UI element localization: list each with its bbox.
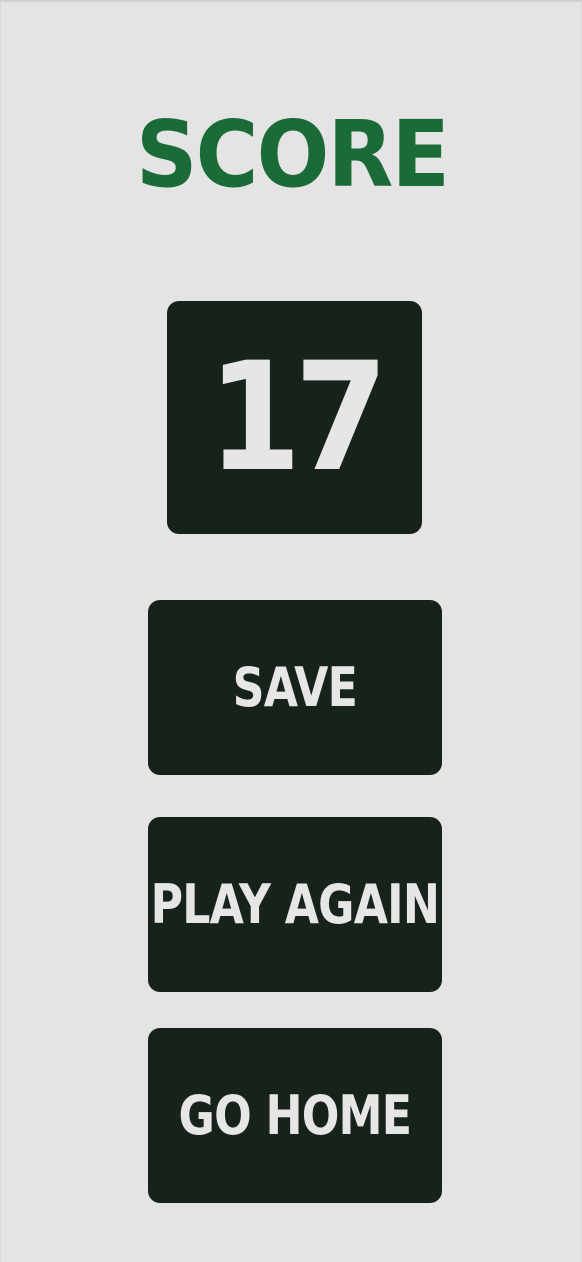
score-title: SCORE — [135, 101, 450, 208]
save-button-label: SAVE — [232, 656, 358, 719]
go-home-button-label: GO HOME — [178, 1084, 413, 1147]
play-again-button[interactable]: PLAY AGAIN — [148, 817, 442, 992]
score-display: 17 — [167, 301, 422, 534]
score-value: 17 — [207, 330, 389, 505]
game-over-screen: SCORE 17 SAVE PLAY AGAIN GO HOME — [0, 0, 582, 1262]
play-again-button-label: PLAY AGAIN — [150, 873, 440, 936]
go-home-button[interactable]: GO HOME — [148, 1028, 442, 1203]
save-button[interactable]: SAVE — [148, 600, 442, 775]
